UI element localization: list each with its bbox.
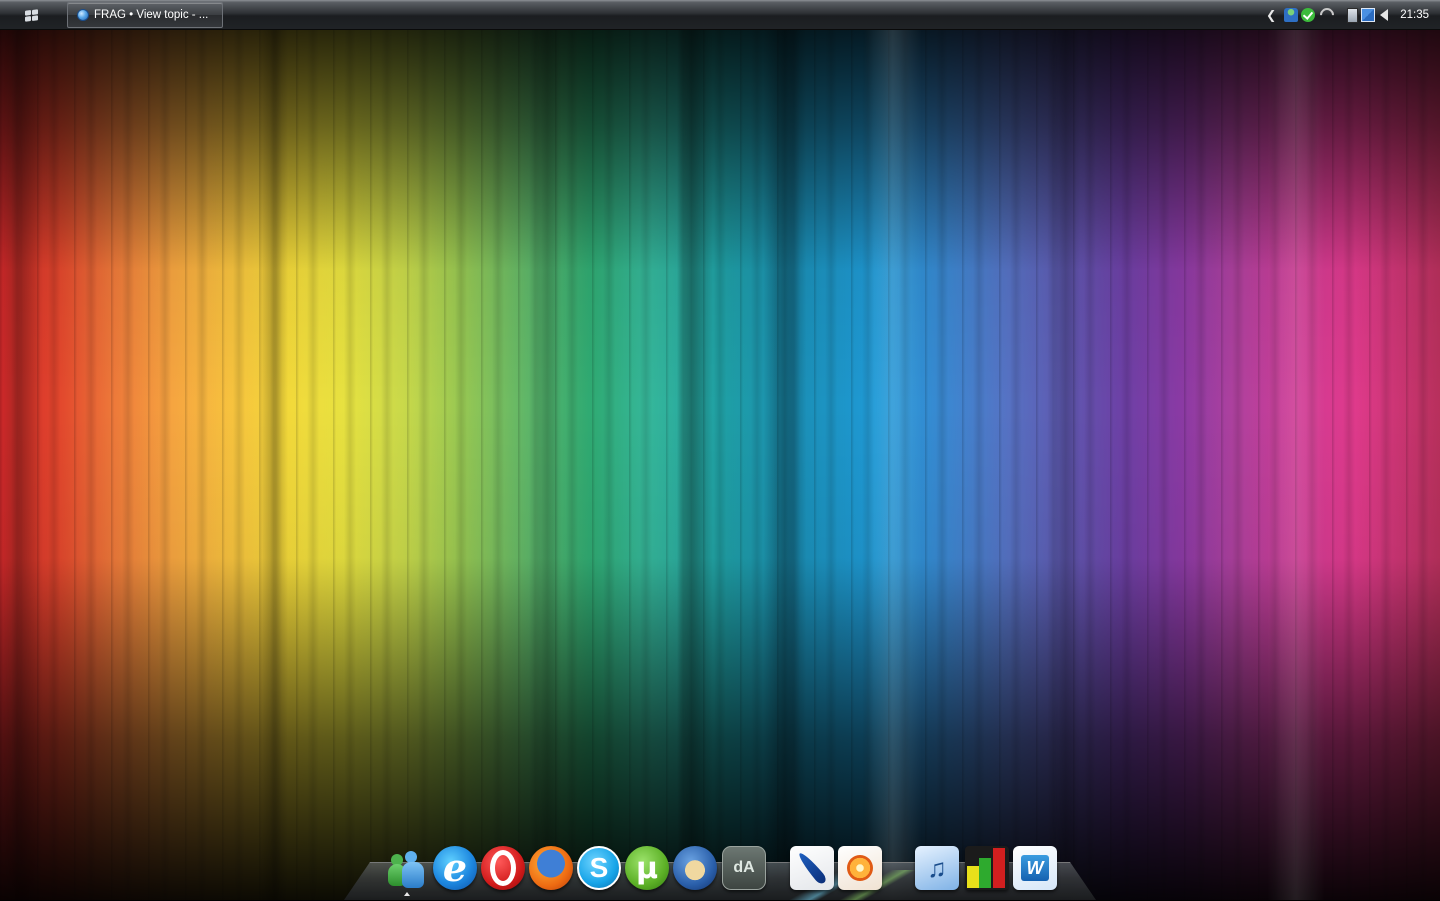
thunderbird-icon[interactable]	[673, 846, 717, 890]
deviantart-icon[interactable]: dA	[722, 846, 766, 890]
flower-icon[interactable]	[838, 846, 882, 890]
start-button[interactable]	[14, 4, 48, 26]
globe-icon	[77, 9, 89, 21]
chart-bar-red	[993, 848, 1005, 888]
system-tray: ❮ 21:35	[1266, 0, 1440, 30]
word-icon[interactable]: W	[1013, 846, 1057, 890]
running-indicator	[404, 892, 410, 896]
users-icon[interactable]	[1284, 8, 1299, 22]
chart-bar-green	[979, 858, 991, 888]
network-icon[interactable]	[1361, 8, 1376, 22]
messenger-person-blue	[402, 862, 424, 888]
chevron-left-icon[interactable]: ❮	[1266, 8, 1276, 22]
internet-explorer-icon[interactable]: e	[433, 846, 477, 890]
ie-glyph: e	[442, 845, 468, 890]
power-icon[interactable]	[1347, 7, 1359, 23]
taskbar-window-button[interactable]: FRAG • View topic - ...	[67, 2, 223, 28]
feather-shape	[795, 850, 829, 886]
taskbar-window-title: FRAG • View topic - ...	[94, 9, 209, 21]
volume-icon[interactable]	[1380, 9, 1389, 21]
windows-logo-icon	[24, 8, 38, 22]
flower-shape	[847, 855, 873, 881]
deviantart-glyph: dA	[733, 859, 755, 876]
feather-icon[interactable]	[790, 846, 834, 890]
skype-icon[interactable]: S	[577, 846, 621, 890]
skype-glyph: S	[589, 852, 609, 883]
bar-chart-icon[interactable]	[965, 846, 1009, 890]
itunes-glyph: ♫	[927, 852, 947, 883]
wireless-icon[interactable]	[1317, 5, 1338, 25]
check-shield-icon[interactable]	[1301, 8, 1316, 22]
utorrent-glyph: µ	[635, 850, 659, 886]
wallpaper-highlights	[0, 0, 1440, 900]
itunes-icon[interactable]: ♫	[915, 846, 959, 890]
chart-bar-yellow	[967, 866, 979, 888]
taskbar: FRAG • View topic - ... ❮ 21:35	[0, 0, 1440, 30]
messenger-icon[interactable]	[385, 846, 429, 896]
opera-icon[interactable]	[481, 846, 525, 890]
opera-glyph	[490, 850, 516, 886]
word-glyph: W	[1021, 855, 1049, 881]
dock: e S µ dA ♫ W	[385, 846, 1057, 896]
clock[interactable]: 21:35	[1400, 9, 1429, 21]
firefox-icon[interactable]	[529, 846, 573, 890]
utorrent-icon[interactable]: µ	[625, 846, 669, 890]
